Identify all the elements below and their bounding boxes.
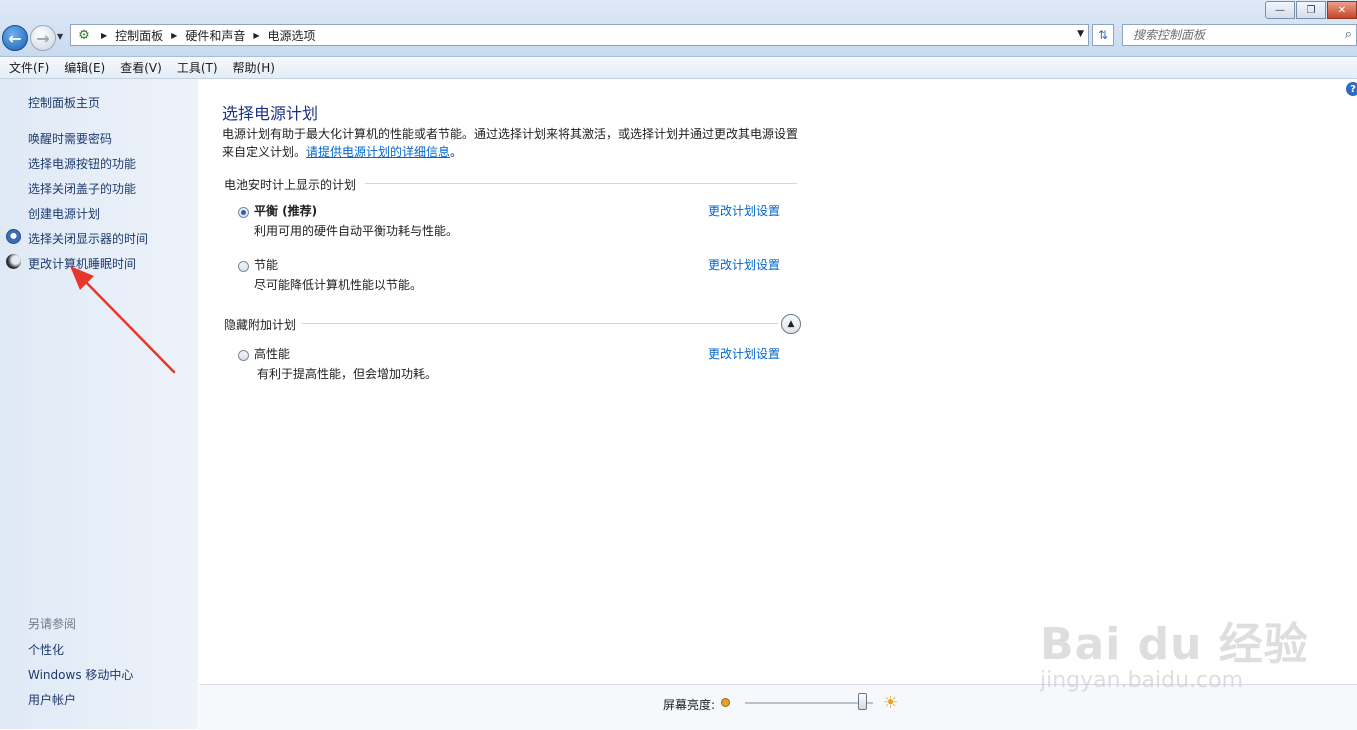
sidebar-item-create-plan[interactable]: 创建电源计划 — [28, 205, 100, 222]
forward-button[interactable]: → — [30, 25, 56, 51]
sidebar-item-personalize[interactable]: 个性化 — [28, 641, 64, 658]
change-plan-settings-high-performance[interactable]: 更改计划设置 — [708, 345, 780, 362]
plan-desc-power-saver: 尽可能降低计算机性能以节能。 — [254, 278, 423, 292]
annotation-arrow — [70, 266, 176, 374]
collapse-hidden-plans-button[interactable]: ▲ — [781, 314, 801, 334]
dim-brightness-icon — [721, 698, 730, 707]
plan-desc-high-performance: 有利于提高性能，但会增加功耗。 — [257, 367, 438, 381]
close-button[interactable]: ✕ — [1327, 1, 1357, 19]
change-plan-settings-power-saver[interactable]: 更改计划设置 — [708, 256, 780, 273]
see-also-heading: 另请参阅 — [28, 617, 77, 631]
section-divider — [365, 183, 797, 184]
menu-help[interactable]: 帮助(H) — [233, 59, 275, 76]
address-dropdown-icon[interactable]: ▼ — [1077, 29, 1084, 39]
plan-name-power-saver[interactable]: 节能 — [254, 256, 278, 273]
sidebar-item-display-off[interactable]: 选择关闭显示器的时间 — [28, 230, 148, 247]
section-divider — [302, 323, 778, 324]
breadcrumb-chevron-icon[interactable]: ▶ — [171, 31, 177, 40]
back-button[interactable]: ← — [2, 25, 28, 51]
watermark: Bai du 经验 jingyan.baidu.com — [1040, 580, 1340, 700]
breadcrumb-chevron-icon[interactable]: ▶ — [253, 31, 259, 40]
change-plan-settings-balanced[interactable]: 更改计划设置 — [708, 202, 780, 219]
title-bar: ← → ▼ ⚙ ▶ 控制面板 ▶ 硬件和声音 ▶ 电源选项 ▼ ⇅ ⌕ — ❐ … — [0, 0, 1357, 57]
breadcrumb-control-panel[interactable]: 控制面板 — [115, 27, 163, 44]
plan-desc-balanced: 利用可用的硬件自动平衡功耗与性能。 — [254, 224, 459, 238]
sidebar-item-lid-close[interactable]: 选择关闭盖子的功能 — [28, 180, 136, 197]
hidden-plans-heading: 隐藏附加计划 — [224, 318, 297, 332]
watermark-logo-text: Bai du 经验 — [1040, 619, 1309, 670]
bright-sun-icon: ☀ — [883, 693, 899, 713]
breadcrumb-hardware-sound[interactable]: 硬件和声音 — [185, 27, 245, 44]
brightness-slider-thumb[interactable] — [858, 693, 868, 710]
menu-file[interactable]: 文件(F) — [9, 59, 49, 76]
plan-name-high-performance[interactable]: 高性能 — [254, 345, 290, 362]
search-icon[interactable]: ⌕ — [1345, 27, 1352, 42]
sidebar-item-power-button[interactable]: 选择电源按钮的功能 — [28, 155, 136, 172]
sidebar-item-wake-password[interactable]: 唤醒时需要密码 — [28, 130, 112, 147]
help-icon[interactable]: ? — [1346, 82, 1357, 96]
back-arrow-icon: ← — [8, 28, 22, 48]
battery-section-heading: 电池安时计上显示的计划 — [224, 178, 357, 192]
refresh-icon: ⇅ — [1097, 28, 1109, 42]
plan-radio-power-saver[interactable] — [238, 261, 249, 272]
menu-edit[interactable]: 编辑(E) — [64, 59, 105, 76]
brightness-label: 屏幕亮度: — [663, 698, 716, 712]
page-title: 选择电源计划 — [222, 104, 319, 123]
menu-bar: 文件(F) 编辑(E) 查看(V) 工具(T) 帮助(H) — [0, 57, 1357, 79]
control-panel-icon: ⚙ — [78, 27, 90, 43]
plan-radio-balanced[interactable] — [238, 207, 249, 218]
menu-tools[interactable]: 工具(T) — [177, 59, 218, 76]
plan-name-balanced[interactable]: 平衡 (推荐) — [254, 202, 317, 219]
menu-view[interactable]: 查看(V) — [120, 59, 162, 76]
search-input[interactable] — [1131, 27, 1335, 43]
sidebar-item-mobility-center[interactable]: Windows 移动中心 — [28, 666, 133, 683]
sleep-moon-icon — [6, 254, 21, 269]
sidebar-item-user-accounts[interactable]: 用户帐户 — [28, 691, 76, 708]
forward-arrow-icon: → — [36, 28, 50, 48]
history-dropdown-icon[interactable]: ▼ — [57, 32, 63, 41]
sidebar: 控制面板主页 唤醒时需要密码 选择电源按钮的功能 选择关闭盖子的功能 创建电源计… — [0, 79, 198, 729]
chevron-up-icon: ▲ — [787, 319, 795, 329]
breadcrumb-power-options[interactable]: 电源选项 — [268, 27, 316, 44]
plan-radio-high-performance[interactable] — [238, 350, 249, 361]
watermark-url: jingyan.baidu.com — [1040, 668, 1244, 693]
breadcrumb-chevron-icon[interactable]: ▶ — [101, 31, 107, 40]
sidebar-control-panel-home[interactable]: 控制面板主页 — [28, 94, 100, 111]
plan-details-link[interactable]: 请提供电源计划的详细信息 — [306, 145, 450, 159]
address-bar[interactable]: ⚙ ▶ 控制面板 ▶ 硬件和声音 ▶ 电源选项 ▼ — [70, 24, 1089, 46]
maximize-button[interactable]: ❐ — [1296, 1, 1326, 19]
display-clock-icon — [6, 229, 21, 244]
description-end: 。 — [450, 145, 463, 159]
refresh-button[interactable]: ⇅ — [1092, 24, 1114, 46]
search-box[interactable]: ⌕ — [1122, 24, 1357, 46]
minimize-button[interactable]: — — [1265, 1, 1295, 19]
page-description: 电源计划有助于最大化计算机的性能或者节能。通过选择计划来将其激活，或选择计划并通… — [222, 125, 807, 161]
brightness-slider-track[interactable] — [745, 702, 873, 704]
